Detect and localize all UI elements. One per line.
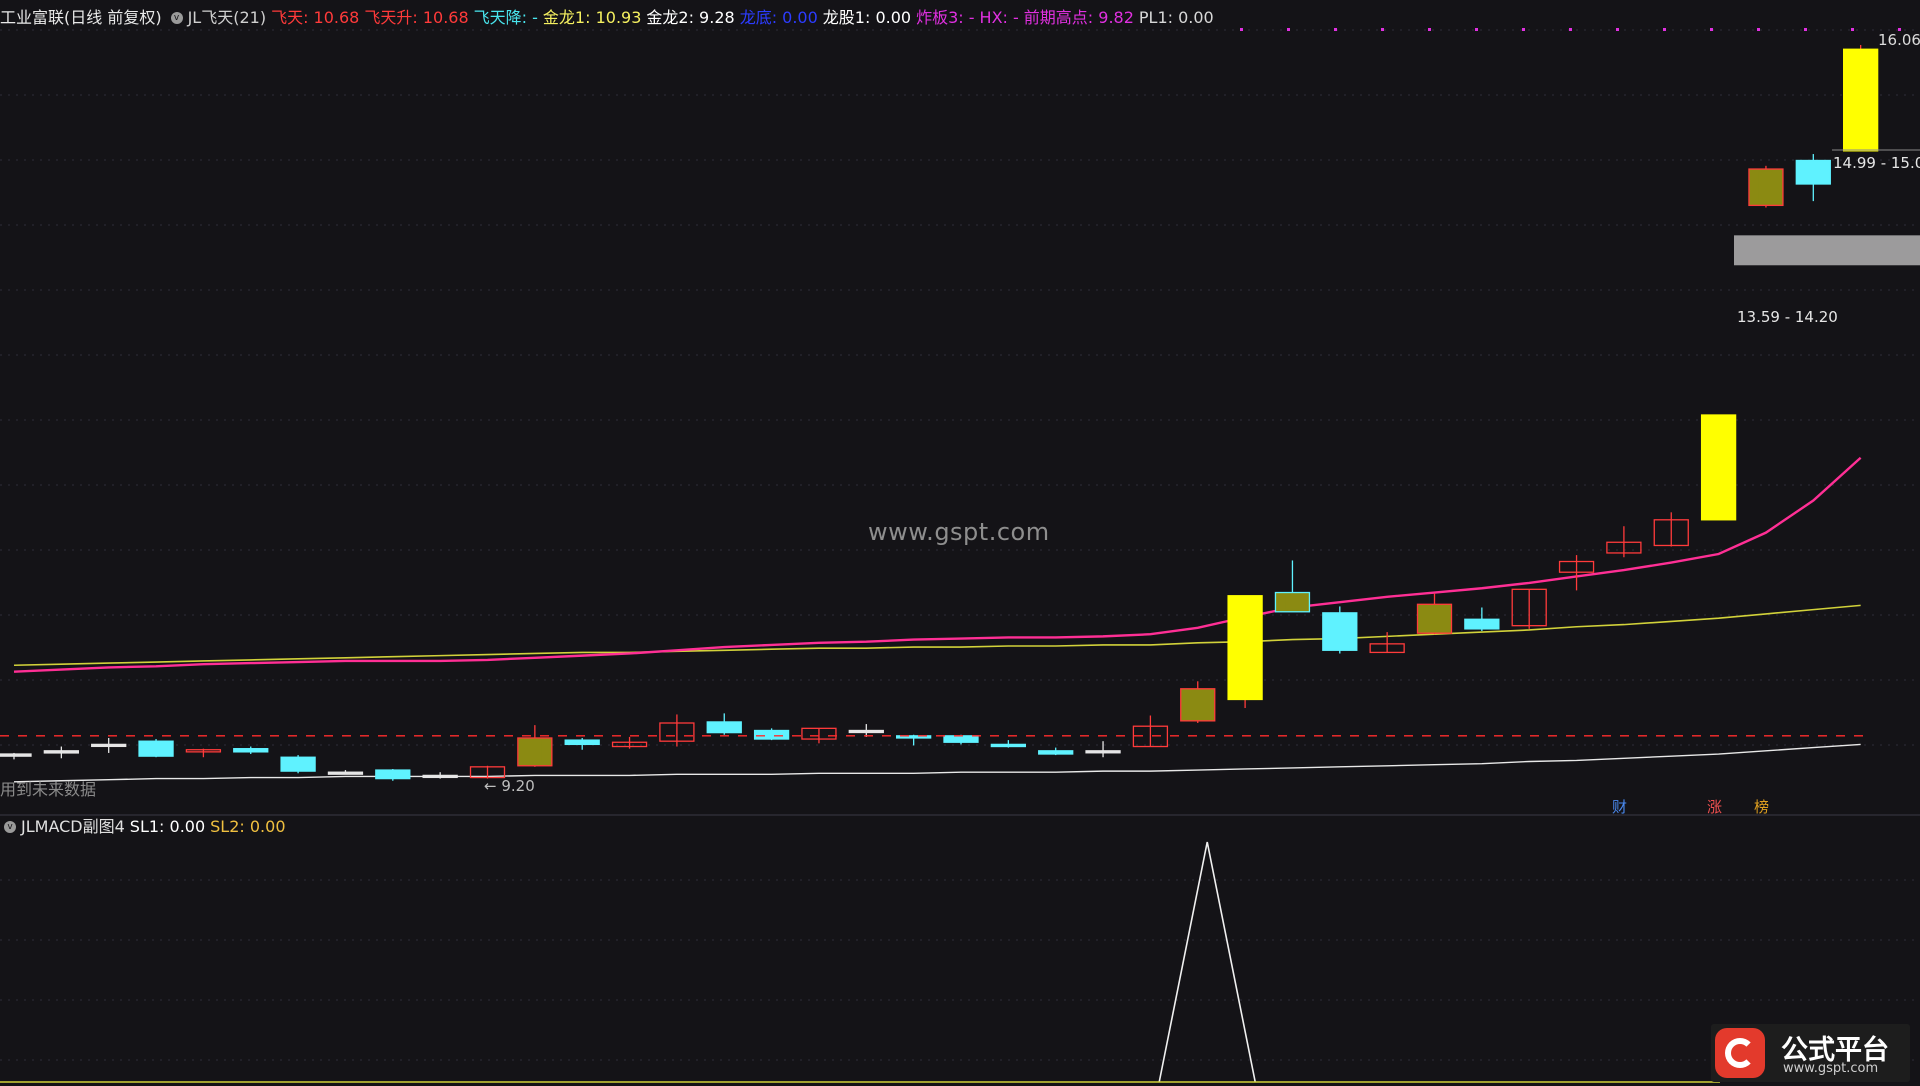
candle-inner — [1427, 606, 1442, 632]
sub-indicator-toggle-icon[interactable]: v — [4, 821, 16, 833]
indicator-toggle-icon[interactable]: v — [170, 12, 183, 24]
main-legend-item: 炸板3: - — [916, 8, 975, 27]
sub-indicator-name[interactable]: JLMACD副图4 — [21, 815, 125, 839]
badge-rank[interactable]: 榜 — [1754, 796, 1769, 817]
sub-legend: v JLMACD副图4 SL1: 0.00 SL2: 0.00 — [0, 815, 296, 839]
candle-body — [91, 743, 127, 748]
logo-g-icon — [1715, 1028, 1765, 1078]
ma-yellow-line — [13, 604, 1861, 667]
sub-chart — [0, 841, 1720, 1083]
price-label-zone-upper: 14.99 - 15.0 — [1833, 154, 1920, 172]
candle-body — [138, 740, 174, 757]
main-legend-item: 金龙1: 10.93 — [542, 8, 642, 27]
candle-inner — [1758, 171, 1773, 204]
top-marker-dot — [1851, 28, 1854, 31]
indicator-name[interactable]: JL飞天(21) — [188, 6, 266, 30]
price-label-high: 16.06 — [1878, 31, 1920, 49]
candle-body — [375, 769, 411, 780]
candle-body — [233, 748, 269, 753]
sub-legend-items: SL1: 0.00 SL2: 0.00 — [130, 815, 291, 839]
candle-body — [1843, 48, 1879, 152]
candle-body — [1322, 612, 1358, 651]
top-marker-dot — [1381, 28, 1384, 31]
moving-averages — [13, 456, 1862, 783]
main-legend: 工业富联(日线 前复权) v JL飞天(21) 飞天: 10.68 飞天升: 10… — [0, 6, 1224, 30]
main-legend-items: 飞天: 10.68 飞天升: 10.68 飞天降: - 金龙1: 10.93 金龙2: … — [271, 6, 1219, 30]
main-legend-item: 龙股1: 0.00 — [822, 8, 912, 27]
candle-body — [1795, 159, 1831, 185]
gspt-logo: 公式平台 www.gspt.com — [1711, 1024, 1910, 1082]
candle-body — [0, 753, 32, 757]
badge-limit-up[interactable]: 涨 — [1707, 796, 1722, 817]
candle-body — [422, 774, 458, 779]
candle-inner — [527, 739, 542, 764]
main-legend-item: 飞天降: - — [473, 8, 538, 27]
main-legend-item: HX: - — [979, 8, 1019, 27]
candle-inner — [1285, 594, 1300, 610]
top-marker-dot — [1757, 28, 1760, 31]
main-legend-item: 飞天升: 10.68 — [364, 8, 469, 27]
price-zone — [1734, 235, 1920, 266]
price-label-low: ← 9.20 — [484, 777, 535, 795]
candle-inner — [1190, 690, 1205, 719]
candle-body — [43, 750, 79, 754]
candle-body — [848, 729, 884, 734]
candle-body — [327, 771, 364, 775]
top-marker-dot — [1287, 28, 1290, 31]
candle-body — [1700, 414, 1737, 521]
candle-body — [1085, 750, 1121, 754]
candle-body — [564, 739, 600, 746]
watermark: www.gspt.com — [868, 518, 1050, 546]
main-legend-item: PL1: 0.00 — [1138, 8, 1214, 27]
stock-title[interactable]: 工业富联(日线 前复权) — [0, 6, 162, 30]
top-marker-dot — [1663, 28, 1666, 31]
top-marker-dot — [1522, 28, 1525, 31]
candle-body — [706, 721, 742, 734]
candles — [0, 44, 1879, 781]
sub-legend-item: SL2: 0.00 — [210, 817, 286, 836]
top-marker-dot — [1428, 28, 1431, 31]
candle-body — [943, 735, 979, 743]
logo-url: www.gspt.com — [1783, 1061, 1879, 1076]
sub-legend-item: SL1: 0.00 — [129, 817, 206, 836]
main-legend-item: 飞天: 10.68 — [271, 8, 360, 27]
candle-body — [1464, 618, 1500, 630]
candle-body — [280, 756, 316, 772]
top-marker-dot — [1616, 28, 1619, 31]
candle-body — [753, 729, 790, 740]
price-label-zone-lower: 13.59 - 14.20 — [1737, 308, 1838, 326]
main-legend-item: 龙底: 0.00 — [739, 8, 818, 27]
candle-body — [990, 743, 1026, 748]
candle-body — [1227, 595, 1263, 701]
top-marker-dot — [1475, 28, 1478, 31]
sl1-spike — [1158, 841, 1257, 1083]
future-data-note: 用到未来数据 — [0, 780, 97, 799]
top-marker-dot — [1569, 28, 1572, 31]
top-marker-dot — [1710, 28, 1713, 31]
trading-app: 16.06 14.99 - 15.0 13.59 - 14.20 ← 9.20 工业富… — [0, 0, 1920, 1086]
badge-finance[interactable]: 财 — [1612, 796, 1627, 817]
main-legend-item: 金龙2: 9.28 — [646, 8, 735, 27]
main-legend-item: 前期高点: 9.82 — [1023, 8, 1134, 27]
ma-pink-line — [13, 456, 1862, 673]
candle-body — [1038, 750, 1074, 755]
top-marker-dot — [1334, 28, 1337, 31]
top-marker-dot — [1240, 28, 1243, 31]
top-marker-dot — [1804, 28, 1807, 31]
